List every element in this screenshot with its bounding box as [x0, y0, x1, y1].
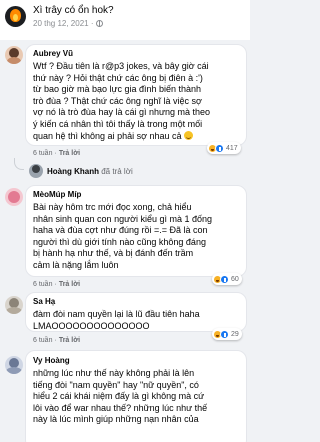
globe-icon — [95, 20, 103, 27]
reaction-summary[interactable]: 417 — [207, 142, 241, 154]
comment-text: những lúc như thế này không phải là lên … — [33, 368, 208, 425]
comment-meta: 6 tuần · Trả lời — [33, 281, 81, 288]
comment-author[interactable]: Aubrey Vũ — [33, 49, 73, 59]
smiley-emoji-icon — [184, 130, 194, 140]
comment-author[interactable]: Sa Hạ — [33, 297, 55, 307]
reply-summary[interactable]: Hoàng Khanh đã trả lời — [47, 167, 133, 176]
reply-label: đã trả lời — [101, 167, 133, 176]
post-time[interactable]: 20 thg 12, 2021 · — [33, 18, 103, 29]
comment-time[interactable]: 6 tuần — [33, 281, 52, 288]
comment-time[interactable]: 6 tuần — [33, 337, 52, 344]
like-reaction-icon — [215, 143, 224, 153]
reaction-count: 29 — [231, 330, 239, 338]
reply-thread-line — [14, 158, 24, 170]
comment-text: Bài này hôm trc mới đọc xong, chả hiểu n… — [33, 202, 213, 270]
post-time-label: 20 thg 12, 2021 · — [33, 19, 94, 28]
avatar[interactable] — [5, 356, 23, 374]
comment-text: Wtf ? Đầu tiên là r@p3 jokes, và bây giờ… — [33, 61, 211, 141]
avatar[interactable] — [5, 296, 23, 314]
comment-meta: 6 tuần · Trả lời — [33, 150, 81, 157]
reaction-count: 60 — [231, 275, 239, 283]
reaction-count: 417 — [226, 144, 238, 152]
reply-button[interactable]: Trả lời — [59, 150, 80, 157]
post-title[interactable]: Xì trây có ổn hok? — [33, 4, 114, 17]
comment-author[interactable]: Vy Hoàng — [33, 356, 70, 366]
reply-author: Hoàng Khanh — [47, 167, 99, 176]
reaction-summary[interactable]: 60 — [212, 273, 242, 285]
comment-text: đàm đòi nam quyền lại là lũ đầu tiên hah… — [33, 309, 200, 331]
comment-meta: 6 tuần · Trả lời — [33, 337, 81, 344]
avatar[interactable] — [5, 188, 23, 206]
reply-button[interactable]: Trả lời — [59, 281, 80, 288]
post-header: Xì trây có ổn hok? 20 thg 12, 2021 · — [0, 0, 250, 40]
reaction-summary[interactable]: 29 — [212, 328, 242, 340]
comment-time[interactable]: 6 tuần — [33, 150, 52, 157]
reply-button[interactable]: Trả lời — [59, 337, 80, 344]
comment-author[interactable]: MèoMúp Míp — [33, 190, 81, 200]
like-reaction-icon — [220, 329, 229, 339]
like-reaction-icon — [220, 274, 229, 284]
avatar[interactable] — [29, 164, 43, 178]
group-avatar[interactable] — [5, 6, 26, 27]
avatar[interactable] — [5, 46, 23, 64]
